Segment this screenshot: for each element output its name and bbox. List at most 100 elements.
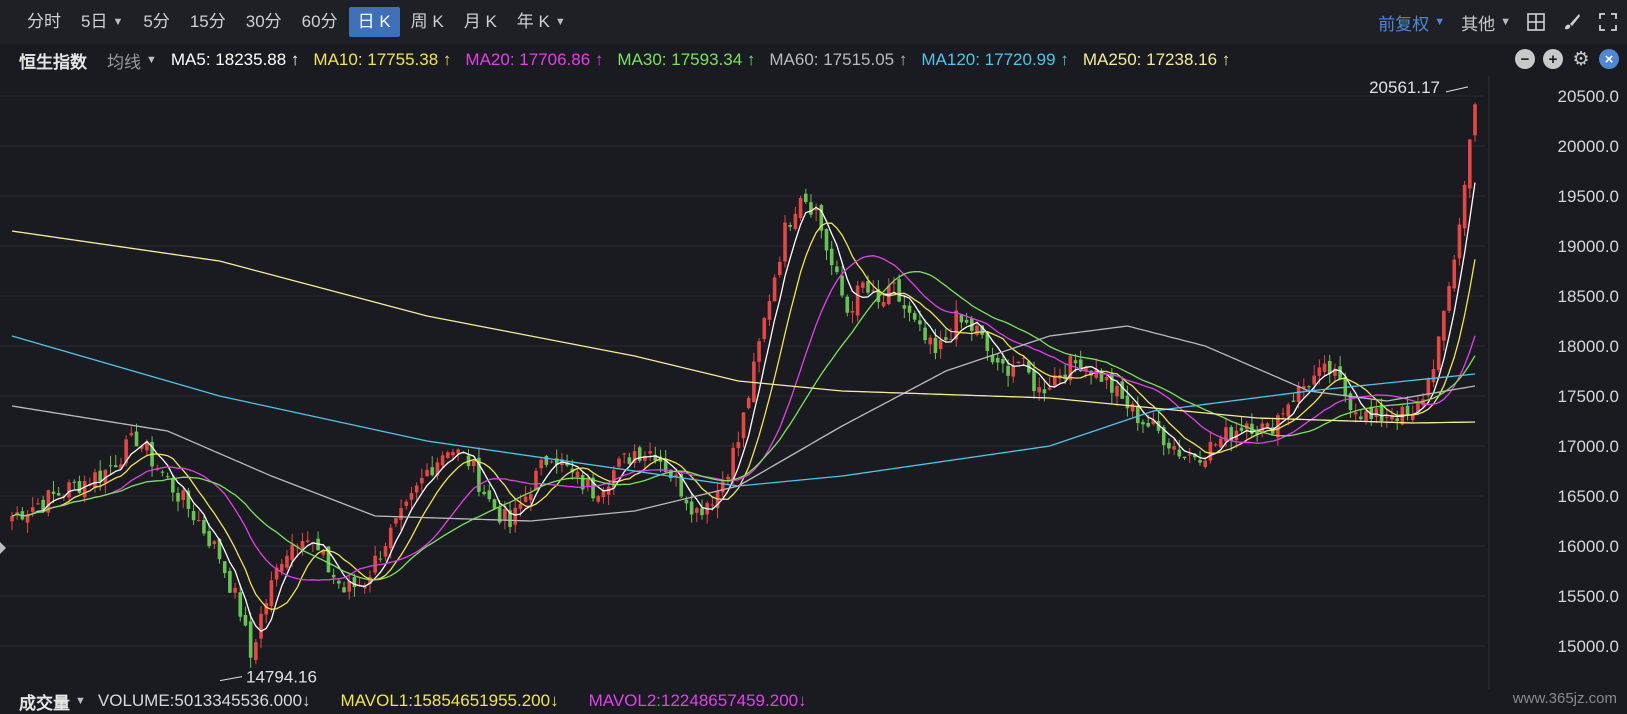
adjust-dropdown[interactable]: 前复权 ▼ [1378,10,1445,35]
candle-body [77,481,82,493]
candle-body [67,482,71,498]
candle-body [337,580,341,584]
ma-line-ma120 [11,335,1476,487]
plus-icon[interactable]: + [1543,49,1563,69]
indicator-mode-label: 均线 [107,52,141,72]
candle-body [409,493,414,500]
candle-body [134,431,139,447]
candle-body [300,540,305,549]
candle-body [637,447,642,461]
candle-body [176,492,180,502]
candle-body [482,491,486,495]
brush-icon[interactable] [1561,11,1583,33]
candle-body [809,202,813,215]
ma-value: MA10: 17755.38 ↑ [313,50,452,69]
candle-body [383,546,388,557]
candle-body [689,501,694,515]
candle-body [1322,363,1327,372]
candle-body [222,561,227,574]
candle-body [420,477,424,484]
ma-values: MA5: 18235.88 ↑ MA10: 17755.38 ↑ MA20: 177… [157,50,1230,70]
candle-body [1364,411,1368,422]
period-tab[interactable]: 年 K ▼ [508,7,575,37]
candle-body [471,460,476,467]
candle-body [1239,427,1244,431]
candle-body [98,470,102,482]
candle-body [1291,400,1296,402]
grid-layout-icon[interactable] [1525,11,1547,33]
panel-buttons: − + ⚙ × [1507,49,1619,70]
candle-body [1037,387,1042,393]
mavol2-value: MAVOL2:12248657459.200↓ [588,691,807,710]
candle-body [1312,375,1316,385]
ma-line-ma250 [11,230,1476,424]
y-tick-label: 19500.0 [1558,187,1619,206]
candle-body [1468,139,1472,189]
candle-body [1452,259,1457,289]
period-tab[interactable]: 周 K [402,7,453,37]
candle-body [1011,366,1016,377]
close-icon[interactable]: × [1599,49,1619,69]
candle-body [394,518,398,524]
y-tick-label: 15000.0 [1558,637,1619,656]
candle-body [228,571,232,593]
period-tab[interactable]: 15分 [181,7,235,37]
candle-body [523,496,528,503]
index-name: 恒生指数 [19,52,87,72]
candle-body [503,508,507,520]
volume-label: 成交量 [19,693,70,713]
candle-body [528,494,533,501]
candle-body [762,317,767,339]
period-tab[interactable]: 60分 [293,7,347,37]
period-tab[interactable]: 月 K [455,7,506,37]
candle-body [1327,360,1332,374]
candle-body [243,614,248,626]
ma-value: MA30: 17593.34 ↑ [617,50,756,69]
period-tab[interactable]: 5分 [134,7,178,37]
candle-body [845,296,850,313]
period-tab[interactable]: 分时 [18,7,70,37]
y-tick-label: 20500.0 [1558,87,1619,106]
candle-body [944,337,948,340]
candle-body [10,516,14,522]
candle-body [445,452,450,458]
ma-value: MA60: 17515.05 ↑ [769,50,908,69]
fullscreen-icon[interactable] [1597,11,1619,33]
candle-body [1353,412,1358,415]
candle-body [279,564,284,572]
candle-body [586,479,590,486]
chevron-down-icon[interactable]: ▼ [75,695,86,707]
gear-icon[interactable]: ⚙ [1571,49,1591,70]
period-tab[interactable]: 日 K [348,7,400,37]
candle-body [778,261,782,276]
candle-body [1442,310,1446,341]
candle-body [430,467,435,476]
candle-body [513,507,518,525]
period-tab[interactable]: 5日 ▼ [72,7,132,37]
left-scroll-marker [0,542,6,554]
other-dropdown[interactable]: 其他 ▼ [1461,10,1511,35]
candle-body [113,465,118,468]
y-tick-label: 19000.0 [1558,237,1619,256]
candle-body [1182,456,1187,459]
minus-icon[interactable]: − [1515,49,1535,69]
indicator-mode-dropdown[interactable]: 均线 ▼ [107,48,157,73]
candle-body [1203,460,1208,467]
candle-body [622,453,626,455]
candle-body [378,558,383,560]
candle-body [342,587,346,593]
candle-body [897,279,901,302]
candle-body [928,337,933,345]
candle-body [767,301,772,320]
y-tick-label: 18500.0 [1558,287,1619,306]
candle-body [352,577,357,588]
candle-body [492,499,497,509]
candle-body [305,540,310,542]
candle-body [1395,418,1399,421]
ma-value: MA5: 18235.88 ↑ [170,50,300,69]
candle-body [1473,104,1477,136]
period-tab[interactable]: 30分 [237,7,291,37]
candle-body [648,451,652,454]
candle-body [181,490,186,501]
candle-body [1296,385,1301,403]
